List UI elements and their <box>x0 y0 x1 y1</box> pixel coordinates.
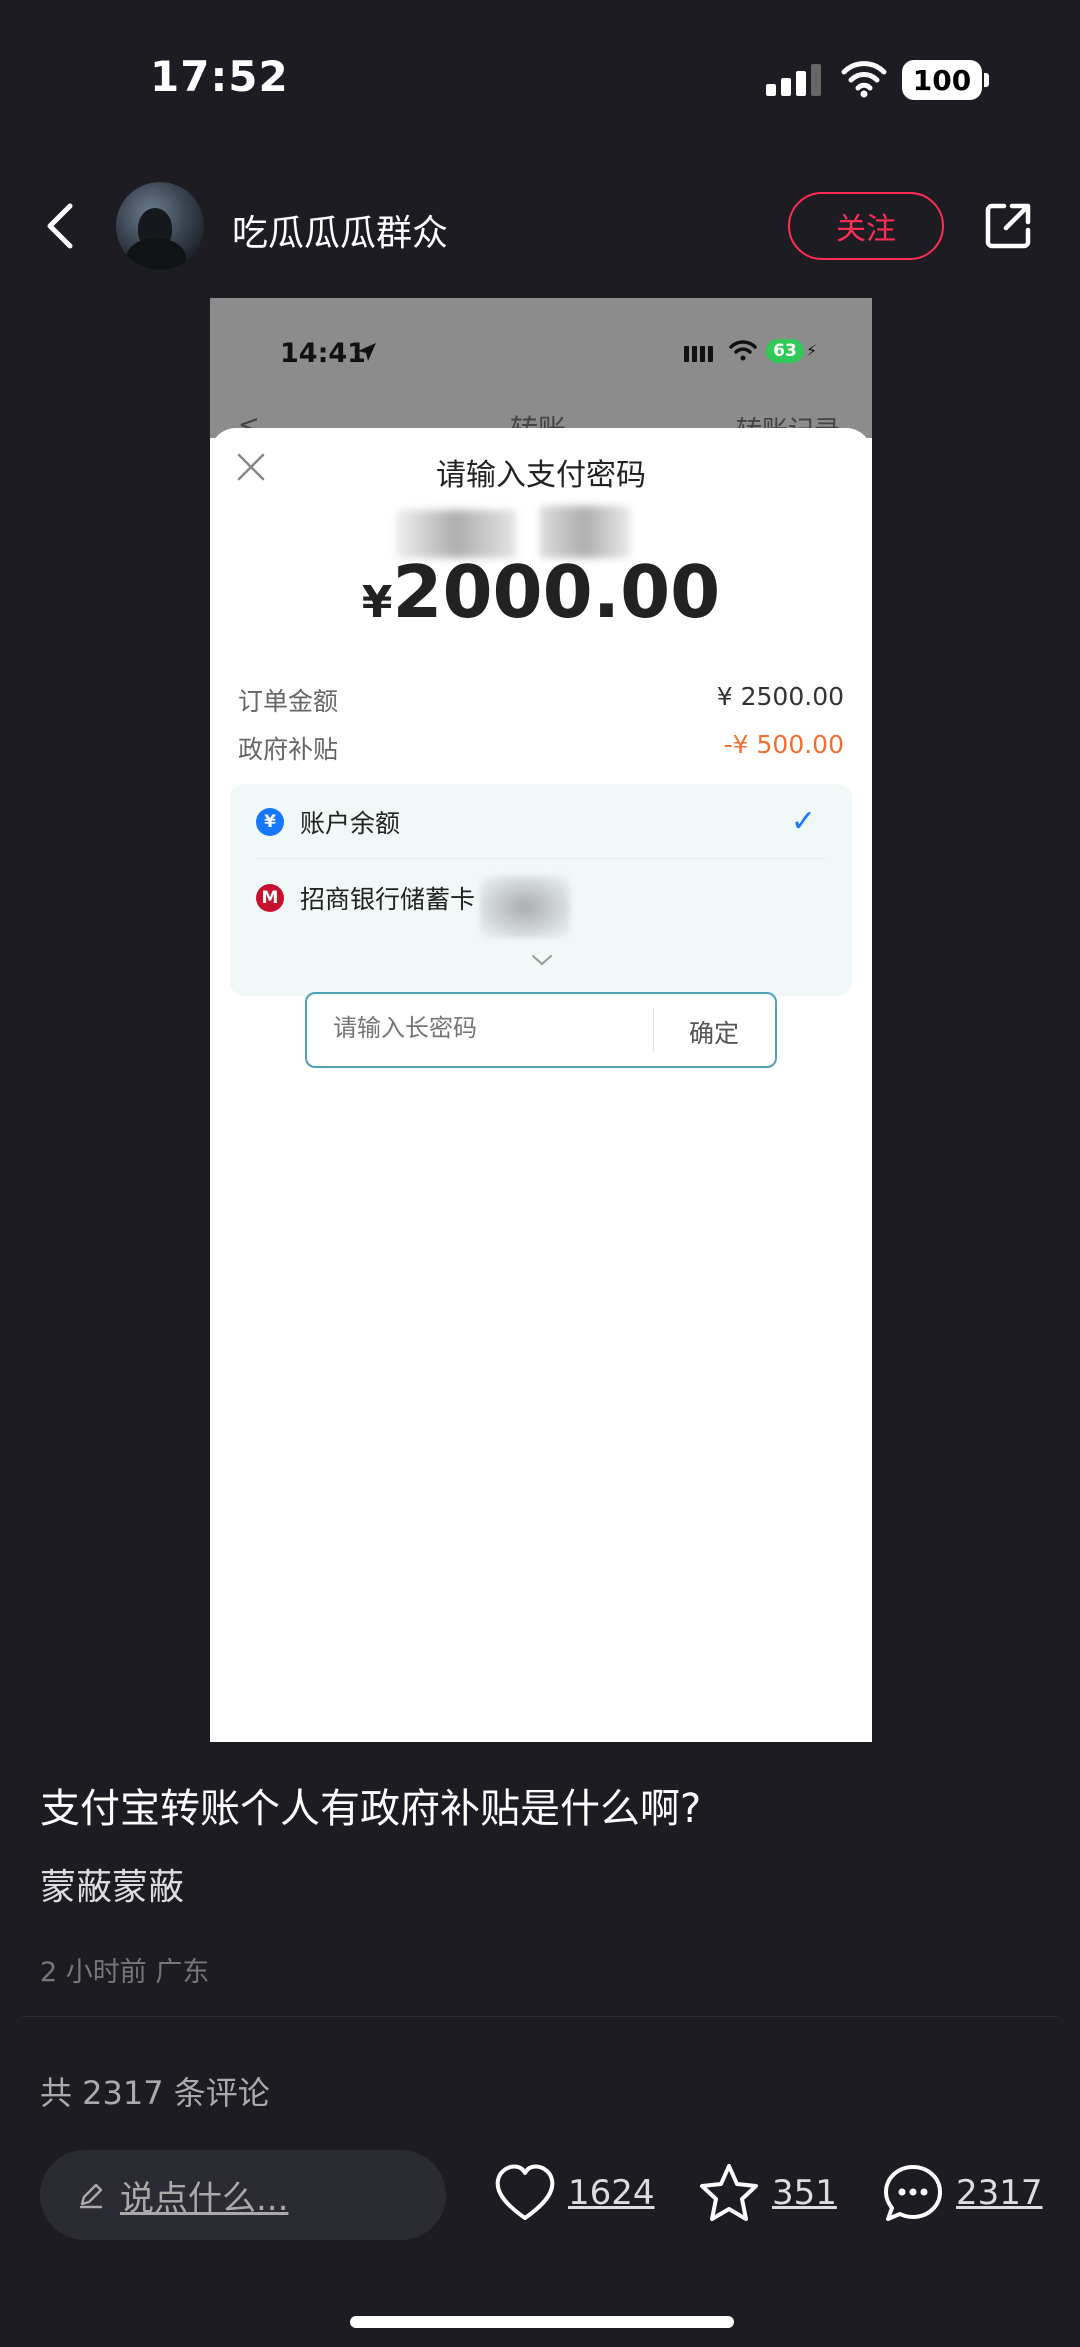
author-name[interactable]: 吃瓜瓜瓜群众 <box>232 204 448 256</box>
comment-count: 共 2317 条评论 <box>40 2074 270 2112</box>
inner-status-time: 14:41 <box>280 338 366 369</box>
home-indicator[interactable] <box>350 2316 734 2328</box>
payment-sheet: 请输入支付密码 ¥2000.00 订单金额 ¥ 2500.00 政府补贴 -¥ … <box>210 428 872 1742</box>
like-button[interactable]: 1624 <box>492 2162 655 2224</box>
post-body: 蒙蔽蒙蔽 <box>40 1867 185 1908</box>
pencil-icon <box>79 2183 103 2209</box>
post-meta: 2 小时前 广东 <box>40 1957 210 1988</box>
password-input <box>333 1014 633 1042</box>
payment-amount: ¥2000.00 <box>210 550 872 634</box>
like-count: 1624 <box>568 2173 655 2213</box>
post-title: 支付宝转账个人有政府补贴是什么啊? <box>40 1786 702 1832</box>
chevron-down-icon <box>530 952 554 972</box>
order-amount-label: 订单金额 <box>238 687 339 716</box>
inner-wifi-icon <box>728 338 758 366</box>
subsidy-value: -¥ 500.00 <box>723 730 844 759</box>
favorite-button[interactable]: 351 <box>696 2162 837 2224</box>
yuan-icon: ¥ <box>256 808 284 836</box>
cellular-signal-icon <box>766 64 822 96</box>
comment-bubble-icon <box>884 2165 942 2221</box>
share-icon[interactable] <box>982 200 1034 252</box>
payment-method-balance: ¥ 账户余额 <box>256 804 400 840</box>
inner-signal-icon <box>684 346 713 362</box>
comment-total: 2317 <box>956 2173 1043 2213</box>
payment-method-label: 账户余额 <box>300 809 401 838</box>
redaction-blur <box>480 876 570 938</box>
divider <box>653 1008 654 1052</box>
post-image[interactable]: 14:41 63 ⚡ < 转账 转账记录 请输入支付密码 ¥2000.00 订单… <box>210 298 872 1742</box>
follow-button[interactable]: 关注 <box>788 192 944 260</box>
star-icon <box>700 2164 758 2221</box>
payment-method-bank: M 招商银行储蓄卡 <box>256 880 475 916</box>
charging-icon: ⚡ <box>806 341 818 360</box>
status-time: 17:52 <box>150 52 289 101</box>
comment-placeholder: 说点什么... <box>120 2178 289 2219</box>
password-field: 确定 <box>305 992 777 1068</box>
inner-battery: 63 <box>766 339 804 363</box>
payment-method-label: 招商银行储蓄卡 <box>300 885 476 914</box>
payment-method-list: ¥ 账户余额 ✓ M 招商银行储蓄卡 <box>230 784 852 996</box>
confirm-button: 确定 <box>689 1019 740 1048</box>
order-amount-value: ¥ 2500.00 <box>716 682 844 711</box>
subsidy-label: 政府补贴 <box>238 735 339 764</box>
wifi-icon <box>840 58 888 102</box>
sheet-title: 请输入支付密码 <box>436 458 646 493</box>
amount-currency: ¥ <box>361 577 393 628</box>
amount-value: 2000.00 <box>392 550 721 634</box>
cmb-bank-icon: M <box>256 884 284 912</box>
divider <box>256 858 826 859</box>
dimmed-background: 14:41 63 ⚡ < 转账 转账记录 <box>210 298 872 446</box>
close-icon <box>236 452 266 486</box>
location-arrow-icon <box>356 341 378 367</box>
avatar[interactable] <box>116 182 204 270</box>
divider <box>22 2016 1058 2017</box>
battery-indicator: 100 <box>902 60 989 100</box>
back-button[interactable] <box>40 200 80 252</box>
comment-button[interactable]: 2317 <box>880 2162 1043 2224</box>
check-icon: ✓ <box>790 804 816 839</box>
heart-icon <box>495 2164 555 2220</box>
favorite-count: 351 <box>772 2173 837 2213</box>
comment-input[interactable]: 说点什么... <box>40 2150 446 2240</box>
